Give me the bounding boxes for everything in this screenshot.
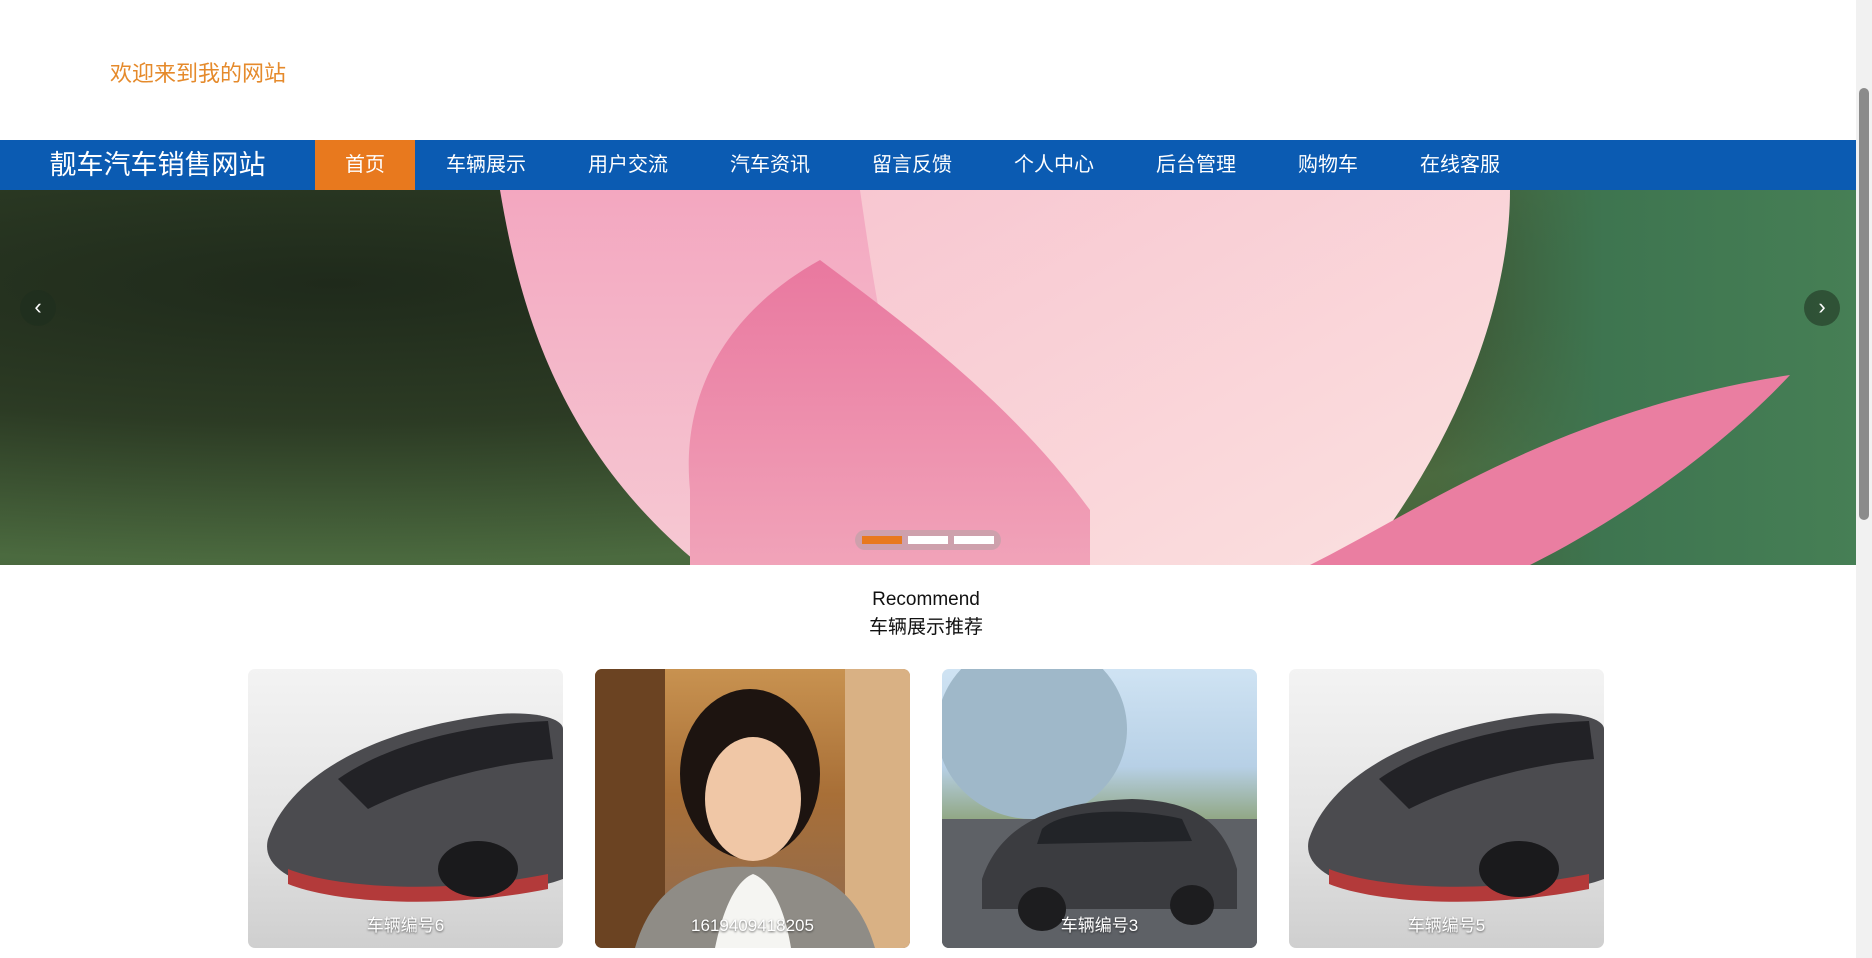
nav-item-profile[interactable]: 个人中心 (983, 140, 1125, 190)
recommend-title-en: Recommend (872, 589, 980, 610)
carousel-next-button[interactable]: › (1804, 290, 1840, 326)
nav-item-vehicles[interactable]: 车辆展示 (415, 140, 557, 190)
welcome-text: 欢迎来到我的网站 (110, 61, 287, 86)
nav-item-community[interactable]: 用户交流 (557, 140, 699, 190)
carousel-indicator-2[interactable] (908, 536, 948, 544)
vehicle-card[interactable]: 车辆编号6 (248, 669, 563, 948)
nav-item-admin[interactable]: 后台管理 (1125, 140, 1267, 190)
vehicle-card-label: 车辆编号3 (1060, 916, 1139, 935)
banner-carousel: ‹ › (0, 190, 1856, 565)
sports-car-image (267, 713, 563, 902)
nav-item-feedback[interactable]: 留言反馈 (841, 140, 983, 190)
vehicle-card-label: 1619409418205 (691, 916, 814, 935)
scrollbar-thumb[interactable] (1859, 88, 1869, 520)
recommend-title-cn: 车辆展示推荐 (868, 617, 983, 638)
vehicle-card[interactable]: 车辆编号3 (942, 669, 1257, 948)
vehicle-card-label: 车辆编号5 (1407, 916, 1486, 935)
nav-item-support[interactable]: 在线客服 (1389, 140, 1531, 190)
carousel-indicator-3[interactable] (954, 536, 994, 544)
vehicle-card[interactable]: 1619409418205 (595, 669, 910, 948)
vehicle-card[interactable]: 车辆编号5 (1289, 669, 1604, 948)
woman-portrait-image (595, 669, 910, 948)
carousel-indicator-1[interactable] (862, 536, 902, 544)
chevron-left-icon: ‹ (34, 294, 42, 319)
recommend-card-list: 车辆编号6 1619409418205 车辆编号3 车辆编号5 (248, 669, 1604, 948)
chevron-right-icon: › (1818, 294, 1826, 319)
main-navbar: 靓车汽车销售网站 首页 车辆展示 用户交流 汽车资讯 留言反馈 个人中心 后台管… (0, 140, 1856, 190)
nav-item-news[interactable]: 汽车资讯 (699, 140, 841, 190)
carousel-prev-button[interactable]: ‹ (20, 290, 56, 326)
page: 欢迎来到我的网站 靓车汽车销售网站 首页 车辆展示 用户交流 汽车资讯 留言反馈… (0, 0, 1856, 958)
site-brand[interactable]: 靓车汽车销售网站 (0, 140, 315, 190)
lotus-flower-image (500, 190, 1790, 565)
page-scrollbar[interactable] (1856, 0, 1872, 958)
recommend-heading: Recommend 车辆展示推荐 (0, 586, 1852, 642)
carousel-indicators (855, 530, 1001, 550)
vehicle-card-label: 车辆编号6 (366, 916, 445, 935)
nav-item-cart[interactable]: 购物车 (1267, 140, 1389, 190)
nav-item-home[interactable]: 首页 (315, 140, 415, 190)
sedan-street-image (942, 669, 1257, 948)
sports-car-image (1308, 713, 1604, 902)
